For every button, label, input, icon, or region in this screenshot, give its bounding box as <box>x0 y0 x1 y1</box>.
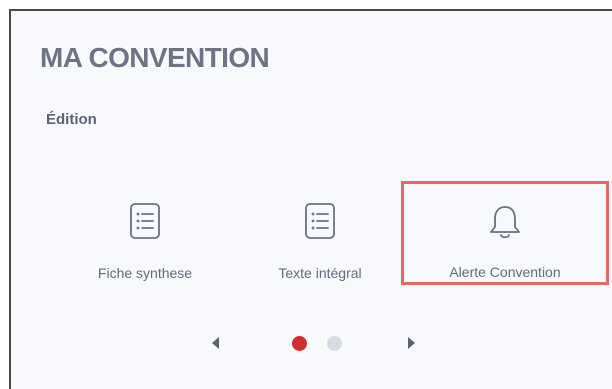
tile-label: Texte intégral <box>278 265 362 281</box>
carousel-pagination <box>11 331 612 355</box>
convention-panel: MA CONVENTION Édition Fiche synthese Tex… <box>9 9 612 389</box>
bell-icon <box>490 206 520 239</box>
section-heading: Édition <box>46 111 97 128</box>
tile-fiche-synthese[interactable]: Fiche synthese <box>50 181 240 291</box>
tile-texte-integral[interactable]: Texte intégral <box>225 181 415 291</box>
list-document-icon <box>305 203 335 239</box>
pagination-dot-active[interactable] <box>292 336 307 351</box>
previous-arrow-icon[interactable] <box>212 337 219 349</box>
tile-alerte-convention[interactable]: Alerte Convention <box>401 181 609 285</box>
tile-label: Fiche synthese <box>97 265 193 281</box>
tile-label: Alerte Convention <box>449 264 561 280</box>
list-document-icon <box>130 203 160 239</box>
page-title: MA CONVENTION <box>40 42 270 73</box>
next-arrow-icon[interactable] <box>408 337 415 349</box>
pagination-dot[interactable] <box>327 336 342 351</box>
